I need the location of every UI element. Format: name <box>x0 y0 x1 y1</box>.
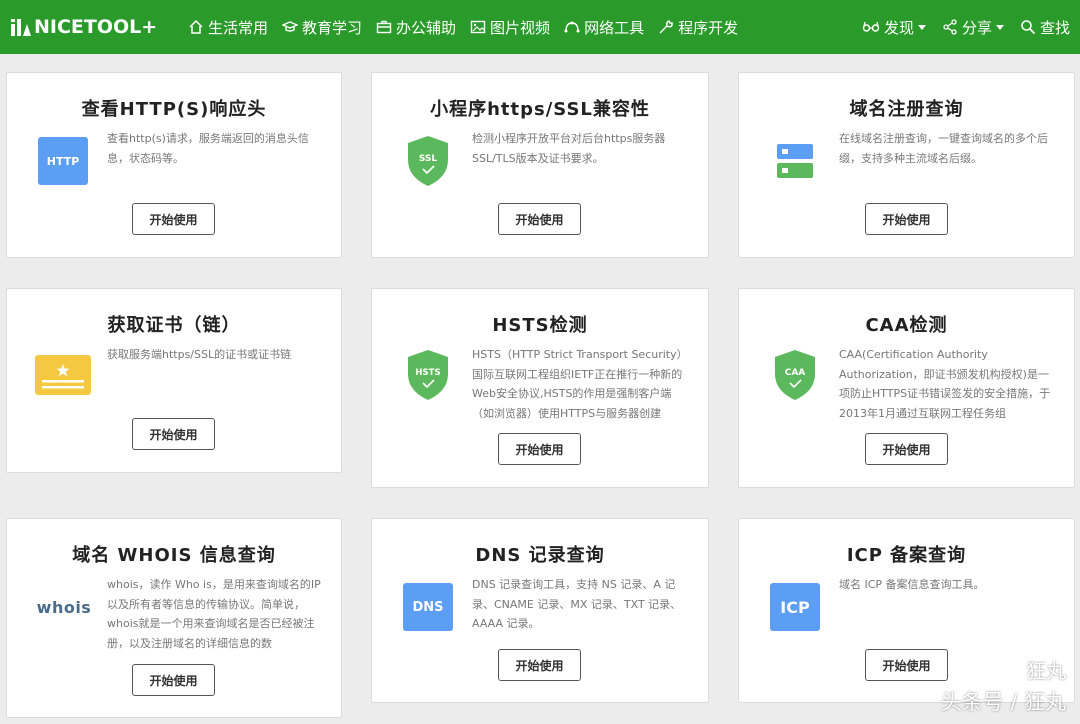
card-title: 域名 WHOIS 信息查询 <box>72 545 276 566</box>
card-title: 查看HTTP(S)响应头 <box>81 99 267 120</box>
glasses-icon <box>862 21 880 32</box>
tool-card-caa: CAA检测 CAA CAA(Certification Authority Au… <box>738 288 1075 488</box>
paw-icon <box>995 659 1019 680</box>
ssl-shield-icon: SSL <box>398 131 458 191</box>
start-button[interactable]: 开始使用 <box>498 649 581 681</box>
chevron-down-icon <box>995 24 1004 30</box>
certificate-icon <box>33 345 93 405</box>
nav-discover[interactable]: 发现 <box>862 17 926 38</box>
brand-name: NICETOOL+ <box>34 16 158 38</box>
dns-icon-label: DNS <box>403 583 453 631</box>
image-icon <box>470 20 486 34</box>
nav-network[interactable]: 网络工具 <box>564 17 644 38</box>
top-navbar: NICETOOL+ 生活常用 教育学习 办公辅助 图片视频 网络工具 程序开发 <box>0 0 1080 54</box>
card-description: DNS 记录查询工具，支持 NS 记录、A 记录、CNAME 记录、MX 记录、… <box>472 578 682 630</box>
brand-logo[interactable]: NICETOOL+ <box>10 16 170 38</box>
start-button[interactable]: 开始使用 <box>132 418 215 450</box>
whois-icon-label: whois <box>36 597 92 617</box>
tool-card-get-certificate: 获取证书（链） 获取服务端https/SSL的证书或证书链 开始使用 <box>6 288 342 473</box>
server-icon-graphic <box>777 144 813 178</box>
card-description: 查看http(s)请求，服务端返回的消息头信息，状态码等。 <box>107 132 309 165</box>
caa-icon-label: CAA <box>785 368 806 378</box>
start-button[interactable]: 开始使用 <box>132 203 215 235</box>
nav-media-label: 图片视频 <box>490 18 551 37</box>
nav-search[interactable]: 查找 <box>1020 17 1070 38</box>
nav-right: 发现 分享 查找 <box>846 0 1070 54</box>
start-button[interactable]: 开始使用 <box>498 433 581 465</box>
home-icon <box>189 19 203 34</box>
nav-dev[interactable]: 程序开发 <box>658 17 738 38</box>
tool-card-dns: DNS 记录查询 DNS DNS 记录查询工具，支持 NS 记录、A 记录、CN… <box>371 518 709 703</box>
nav-office-label: 办公辅助 <box>396 18 457 37</box>
graduation-cap-icon <box>282 21 299 32</box>
nav-education[interactable]: 教育学习 <box>282 17 362 38</box>
nav-life[interactable]: 生活常用 <box>188 17 268 38</box>
card-title: HSTS检测 <box>492 315 588 336</box>
start-button[interactable]: 开始使用 <box>865 203 948 235</box>
start-button[interactable]: 开始使用 <box>498 203 581 235</box>
nav-education-label: 教育学习 <box>302 18 363 37</box>
start-button[interactable]: 开始使用 <box>865 649 948 681</box>
card-title: ICP 备案查询 <box>846 545 967 566</box>
nav-life-label: 生活常用 <box>208 18 269 37</box>
shield-icon: SSL <box>408 136 448 186</box>
dns-icon: DNS <box>398 577 458 637</box>
watermark-line1: 狂丸 <box>941 655 1066 684</box>
http-icon: HTTP <box>33 131 93 191</box>
nav-share[interactable]: 分享 <box>942 17 1004 38</box>
watermark-line2: 头条号 / 狂丸 <box>940 690 1066 714</box>
server-icon <box>765 131 825 191</box>
card-description: 域名 ICP 备案信息查询工具。 <box>839 578 985 591</box>
card-description: whois，读作 Who is，是用来查询域名的IP以及所有者等信息的传输协议。… <box>107 578 321 650</box>
card-description: HSTS（HTTP Strict Transport Security）国际互联… <box>472 348 688 420</box>
logo-icon <box>11 19 31 36</box>
chevron-down-icon <box>917 24 926 30</box>
icp-icon: ICP <box>765 577 825 637</box>
card-title: 域名注册查询 <box>849 99 964 120</box>
watermark: 狂丸 头条号 / 狂丸 <box>941 655 1066 716</box>
nav-network-label: 网络工具 <box>584 18 645 37</box>
tool-card-http-headers: 查看HTTP(S)响应头 HTTP 查看http(s)请求，服务端返回的消息头信… <box>6 72 342 258</box>
card-title: CAA检测 <box>865 315 948 336</box>
hsts-icon-label: HSTS <box>415 368 440 378</box>
search-icon <box>1021 20 1036 35</box>
watermark-name: 狂丸 <box>1026 659 1066 683</box>
network-icon <box>564 21 580 33</box>
nav-share-label: 分享 <box>961 18 992 37</box>
caa-shield-icon: CAA <box>765 345 825 405</box>
card-title: DNS 记录查询 <box>475 545 605 566</box>
card-title: 获取证书（链） <box>107 315 241 336</box>
wrench-icon <box>659 20 673 34</box>
nav-discover-label: 发现 <box>883 18 914 37</box>
card-description: 获取服务端https/SSL的证书或证书链 <box>107 348 292 361</box>
hsts-shield-icon: HSTS <box>398 345 458 405</box>
start-button[interactable]: 开始使用 <box>132 664 215 696</box>
nav-media[interactable]: 图片视频 <box>470 17 550 38</box>
tool-card-whois: 域名 WHOIS 信息查询 whois whois，读作 Who is，是用来查… <box>6 518 342 718</box>
start-button[interactable]: 开始使用 <box>865 433 948 465</box>
card-description: 检测小程序开放平台对后台https服务器SSL/TLS版本及证书要求。 <box>472 132 666 165</box>
card-description: 在线域名注册查询，一键查询域名的多个后缀，支持多种主流域名后缀。 <box>839 132 1048 165</box>
nav-office[interactable]: 办公辅助 <box>376 17 456 38</box>
certificate-icon-graphic <box>35 355 91 395</box>
tool-card-ssl-compat: 小程序https/SSL兼容性 SSL 检测小程序开放平台对后台https服务器… <box>371 72 709 258</box>
icp-icon-label: ICP <box>770 583 820 631</box>
card-description: CAA(Certification Authority Authorizatio… <box>839 348 1051 420</box>
shield-icon: HSTS <box>408 350 448 400</box>
shield-icon: CAA <box>775 350 815 400</box>
card-title: 小程序https/SSL兼容性 <box>430 99 650 120</box>
briefcase-icon <box>376 20 392 34</box>
tool-card-domain-register: 域名注册查询 在线域名注册查询，一键查询域名的多个后缀，支持多种主流域名后缀。 … <box>738 72 1075 258</box>
http-icon-label: HTTP <box>38 137 88 185</box>
whois-icon: whois <box>29 577 99 637</box>
share-icon <box>943 19 957 35</box>
ssl-icon-label: SSL <box>419 154 438 164</box>
nav-dev-label: 程序开发 <box>678 18 739 37</box>
nav-search-label: 查找 <box>1039 18 1070 37</box>
tool-card-hsts: HSTS检测 HSTS HSTS（HTTP Strict Transport S… <box>371 288 709 488</box>
main-nav: 生活常用 教育学习 办公辅助 图片视频 网络工具 程序开发 <box>188 17 752 38</box>
